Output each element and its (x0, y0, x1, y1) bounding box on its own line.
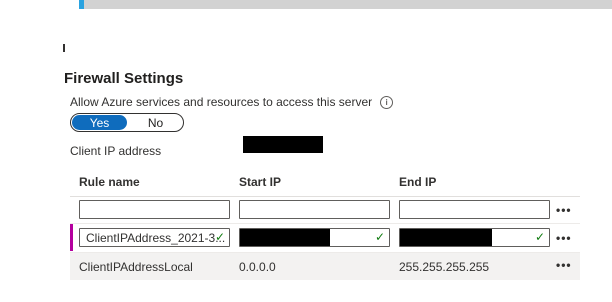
valid-check-icon: ✓ (534, 230, 545, 244)
toggle-no-option[interactable]: No (128, 114, 183, 131)
row-rule-name: ClientIPAddressLocal (79, 260, 193, 274)
end-ip-redacted-value (400, 229, 492, 246)
new-start-ip-input[interactable] (239, 200, 390, 219)
end-ip-input[interactable]: ✓ (399, 228, 550, 247)
client-ip-redacted-value (243, 136, 323, 153)
row-end-ip: 255.255.255.255 (399, 260, 490, 274)
rule-name-input[interactable]: ClientIPAddress_2021-3... ✓ (79, 228, 230, 247)
valid-check-icon: ✓ (214, 230, 225, 244)
allow-azure-services-label: Allow Azure services and resources to ac… (70, 95, 394, 109)
rule-name-value: ClientIPAddress_2021-3... (86, 231, 226, 245)
selected-row-indicator (70, 224, 73, 251)
row-start-ip: 0.0.0.0 (239, 260, 276, 274)
row-more-button[interactable]: ••• (556, 258, 572, 272)
row-more-button[interactable]: ••• (556, 231, 572, 245)
allow-azure-services-toggle[interactable]: Yes No (70, 113, 184, 132)
new-end-ip-input[interactable] (399, 200, 550, 219)
start-ip-redacted-value (240, 229, 330, 246)
valid-check-icon: ✓ (374, 230, 385, 244)
row-divider (70, 223, 580, 224)
column-header-end-ip: End IP (399, 175, 437, 189)
cursor-mark (63, 44, 65, 52)
section-title: Firewall Settings (64, 70, 184, 87)
column-header-rule-name: Rule name (79, 175, 140, 189)
top-panel-bar (79, 0, 612, 9)
header-divider (70, 196, 580, 197)
info-icon[interactable]: i (380, 95, 394, 109)
start-ip-input[interactable]: ✓ (239, 228, 390, 247)
new-rule-name-input[interactable] (79, 200, 230, 219)
client-ip-label: Client IP address (70, 144, 162, 158)
allow-azure-services-text: Allow Azure services and resources to ac… (70, 95, 373, 109)
top-panel-accent (79, 0, 84, 9)
toggle-yes-option[interactable]: Yes (72, 115, 127, 130)
column-header-start-ip: Start IP (239, 175, 282, 189)
new-row-more-button[interactable]: ••• (556, 203, 572, 217)
